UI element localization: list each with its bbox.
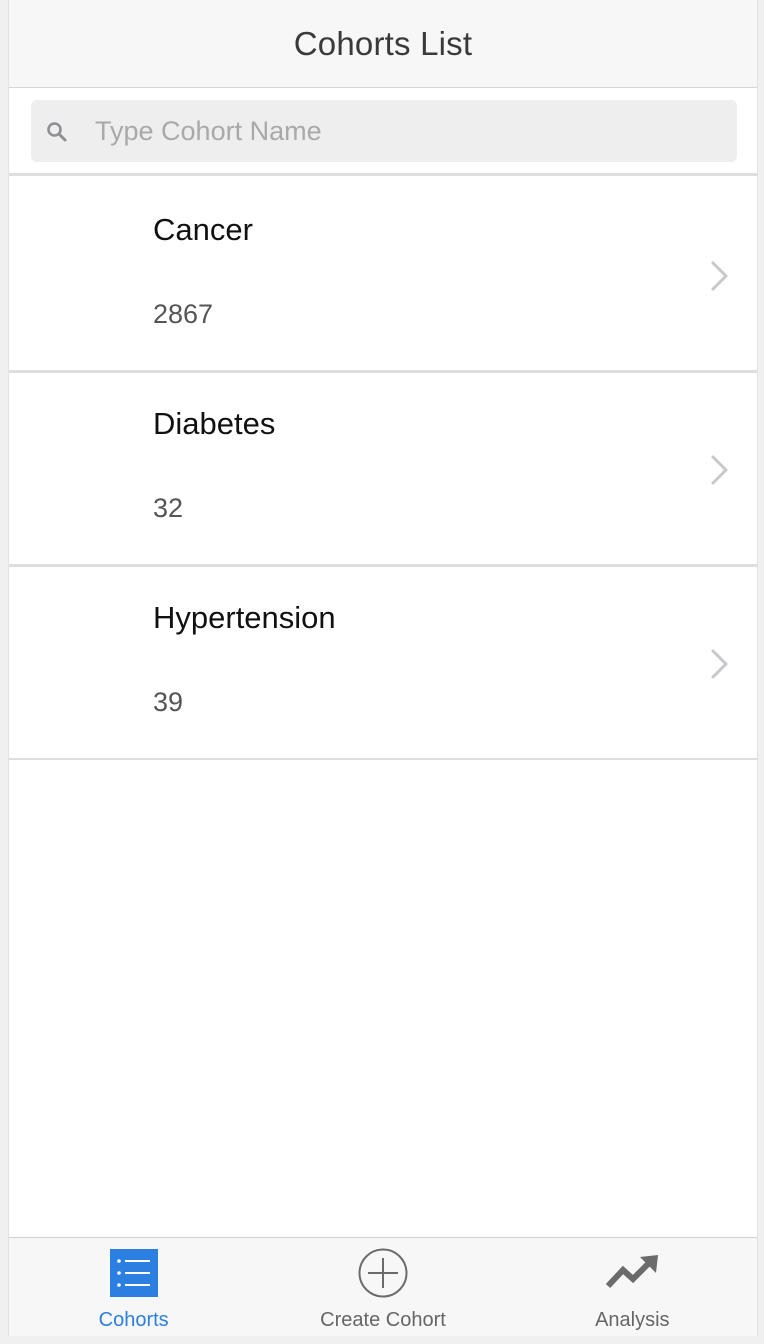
cohort-count: 32 xyxy=(153,493,184,523)
list-item[interactable]: Cancer 2867 xyxy=(9,179,757,373)
list-item[interactable]: Hypertension 39 xyxy=(9,567,757,760)
search-bar xyxy=(9,88,757,176)
plus-circle-icon xyxy=(358,1248,408,1298)
cohort-name: Cancer xyxy=(153,212,253,247)
tab-label: Create Cohort xyxy=(320,1309,446,1331)
chevron-right-icon xyxy=(711,455,728,485)
chevron-right-icon xyxy=(711,649,728,679)
cohort-name: Diabetes xyxy=(153,406,276,441)
search-input[interactable] xyxy=(95,100,715,162)
tab-analysis[interactable]: Analysis xyxy=(508,1238,757,1336)
cohort-name: Hypertension xyxy=(153,600,336,635)
tab-create-cohort[interactable]: Create Cohort xyxy=(258,1238,507,1336)
tab-label: Cohorts xyxy=(98,1309,169,1331)
page-title: Cohorts List xyxy=(293,24,473,62)
cohort-count: 39 xyxy=(153,687,184,717)
trend-up-icon xyxy=(606,1255,659,1289)
app-window: Cohorts List Cancer 2867 Diabetes 32 xyxy=(8,0,758,1336)
tab-bar: Cohorts Create Cohort Analysis xyxy=(9,1237,757,1336)
cohort-count: 2867 xyxy=(153,299,214,329)
list-item[interactable]: Diabetes 32 xyxy=(9,373,757,567)
nav-bar: Cohorts List xyxy=(9,0,757,88)
search-icon xyxy=(47,122,67,142)
tab-label: Analysis xyxy=(595,1309,670,1331)
tab-cohorts[interactable]: Cohorts xyxy=(9,1238,258,1336)
chevron-right-icon xyxy=(711,261,728,291)
search-box[interactable] xyxy=(31,100,737,162)
list-icon xyxy=(109,1249,158,1297)
cohort-list: Cancer 2867 Diabetes 32 Hypertension 39 xyxy=(9,179,757,760)
